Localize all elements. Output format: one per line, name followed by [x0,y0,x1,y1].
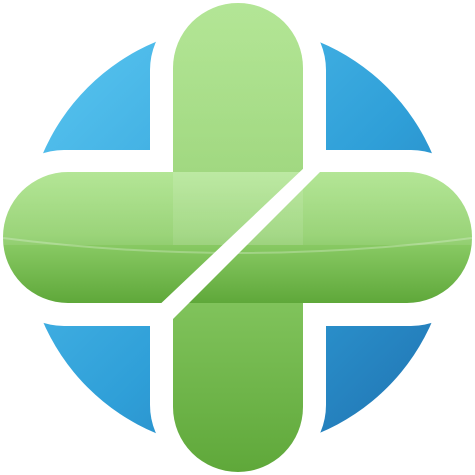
medical-cross-logo [0,0,475,475]
logo-graphic [0,0,475,475]
